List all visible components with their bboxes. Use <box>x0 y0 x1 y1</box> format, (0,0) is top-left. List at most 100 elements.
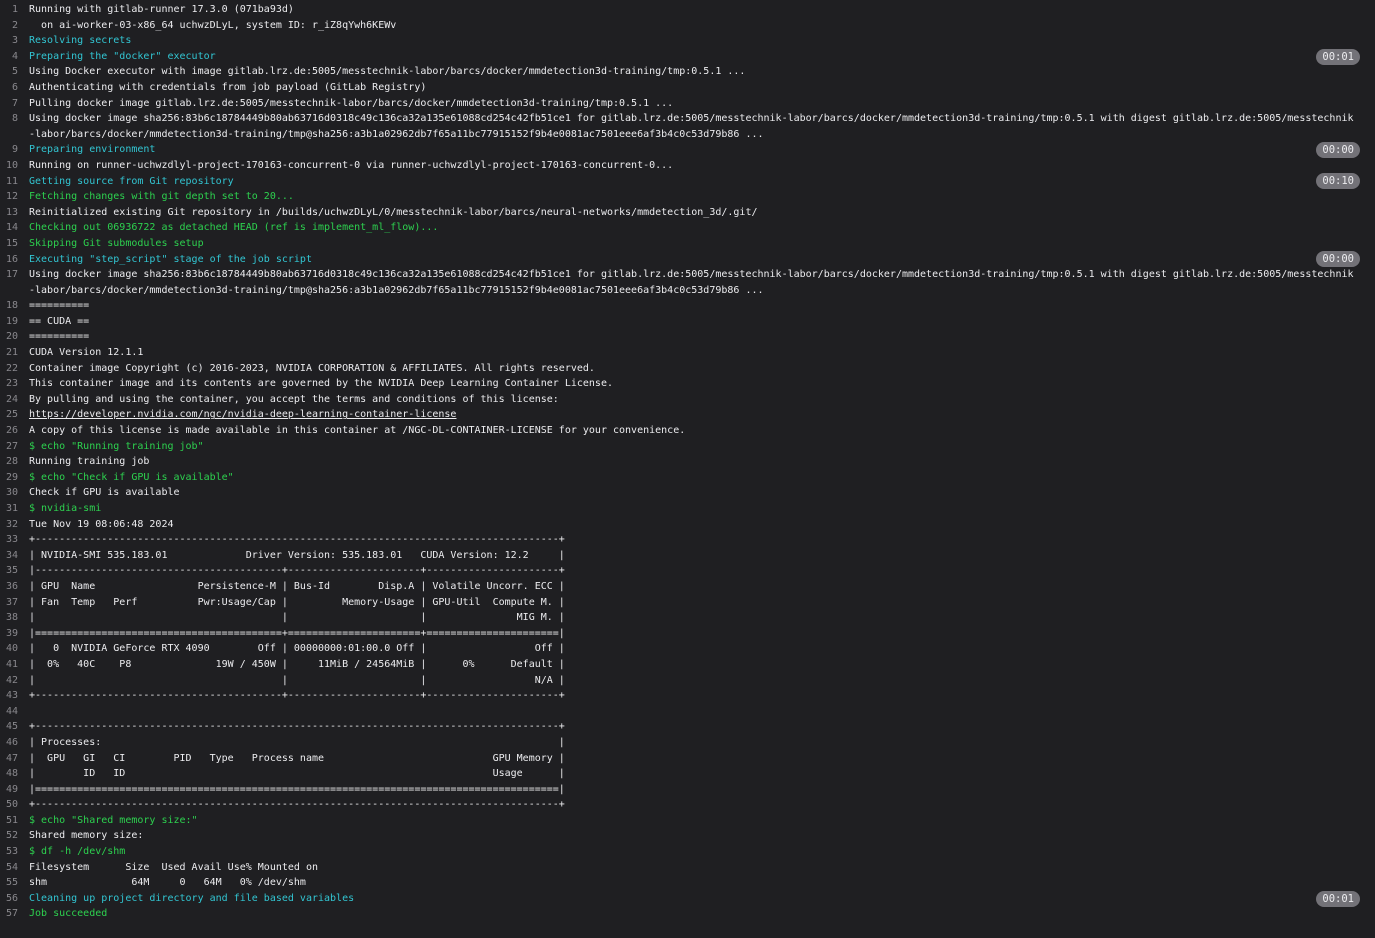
line-number[interactable]: 5 <box>0 64 29 80</box>
line-number[interactable]: 28 <box>0 454 29 470</box>
line-number[interactable]: 12 <box>0 189 29 205</box>
line-number[interactable]: 38 <box>0 610 29 626</box>
line-number[interactable]: 54 <box>0 860 29 876</box>
line-number[interactable]: 13 <box>0 205 29 221</box>
log-text: +---------------------------------------… <box>29 534 565 546</box>
log-line: 57 Job succeeded <box>0 906 1375 922</box>
line-number[interactable]: 40 <box>0 641 29 657</box>
line-number[interactable]: 30 <box>0 485 29 501</box>
section-duration-badge: 00:00 <box>1316 142 1360 159</box>
line-number[interactable]: 16 <box>0 252 29 268</box>
log-line: 15 Skipping Git submodules setup <box>0 236 1375 252</box>
log-line: 10 Running on runner-uchwzdlyl-project-17… <box>0 158 1375 174</box>
log-text: Running training job <box>29 456 150 468</box>
line-number[interactable]: 31 <box>0 501 29 517</box>
log-text: Tue Nov 19 08:06:48 2024 <box>29 518 174 530</box>
line-number[interactable]: 22 <box>0 361 29 377</box>
line-number[interactable]: 36 <box>0 579 29 595</box>
line-number[interactable]: 10 <box>0 158 29 174</box>
log-text: Fetching changes with git depth set to 2… <box>29 191 294 203</box>
log-line: 46 | Processes: | <box>0 735 1375 751</box>
line-number[interactable]: 47 <box>0 751 29 767</box>
log-line: 54 Filesystem Size Used Avail Use% Mounte… <box>0 860 1375 876</box>
log-text: Container image Copyright (c) 2016-2023,… <box>29 362 595 374</box>
line-number[interactable]: 8 <box>0 111 29 127</box>
log-line: 21 CUDA Version 12.1.1 <box>0 345 1375 361</box>
log-line: 50 +-------------------------------------… <box>0 797 1375 813</box>
line-number[interactable]: 26 <box>0 423 29 439</box>
license-link[interactable]: https://developer.nvidia.com/ngc/nvidia-… <box>29 407 1375 423</box>
line-number[interactable]: 17 <box>0 267 29 283</box>
line-number[interactable]: 48 <box>0 766 29 782</box>
line-number[interactable]: 55 <box>0 875 29 891</box>
log-text: Checking out 06936722 as detached HEAD (… <box>29 222 439 234</box>
line-number[interactable]: 20 <box>0 329 29 345</box>
line-number[interactable]: 19 <box>0 314 29 330</box>
log-text: on ai-worker-03-x86_64 uchwzDLyL, system… <box>29 19 397 31</box>
log-line: 41 | 0% 40C P8 19W / 450W | 11MiB / 24564… <box>0 657 1375 673</box>
line-number[interactable]: 37 <box>0 595 29 611</box>
log-text: == CUDA == <box>29 315 90 327</box>
line-number[interactable]: 6 <box>0 80 29 96</box>
log-line: 45 +-------------------------------------… <box>0 719 1375 735</box>
line-number[interactable]: 52 <box>0 828 29 844</box>
line-number[interactable]: 34 <box>0 548 29 564</box>
log-text: ========== <box>29 331 90 343</box>
line-number[interactable]: 24 <box>0 392 29 408</box>
line-number[interactable]: 32 <box>0 517 29 533</box>
line-number[interactable]: 3 <box>0 33 29 49</box>
log-line: 26 A copy of this license is made availab… <box>0 423 1375 439</box>
line-number[interactable]: 51 <box>0 813 29 829</box>
line-number[interactable]: 18 <box>0 298 29 314</box>
log-text: $ df -h /dev/shm <box>29 846 126 858</box>
line-number[interactable]: 23 <box>0 376 29 392</box>
log-text: Reinitialized existing Git repository in… <box>29 206 758 218</box>
line-number[interactable]: 25 <box>0 407 29 423</box>
log-line: 8 Using docker image sha256:83b6c18784449… <box>0 111 1375 142</box>
line-number[interactable]: 14 <box>0 220 29 236</box>
log-text: Shared memory size: <box>29 830 144 842</box>
line-number[interactable]: 39 <box>0 626 29 642</box>
line-number[interactable]: 44 <box>0 704 29 720</box>
log-text: | GPU Name Persistence-M | Bus-Id Disp.A… <box>29 580 565 592</box>
section-duration-badge: 00:01 <box>1316 48 1360 65</box>
line-number[interactable]: 15 <box>0 236 29 252</box>
line-number[interactable]: 41 <box>0 657 29 673</box>
log-line: 2 on ai-worker-03-x86_64 uchwzDLyL, syst… <box>0 18 1375 34</box>
line-number[interactable]: 9 <box>0 142 29 158</box>
log-text: Running on runner-uchwzdlyl-project-1701… <box>29 159 674 171</box>
line-number[interactable]: 35 <box>0 563 29 579</box>
log-text: |=======================================… <box>29 783 565 795</box>
line-number[interactable]: 33 <box>0 532 29 548</box>
log-text: This container image and its contents ar… <box>29 378 613 390</box>
line-number[interactable]: 29 <box>0 470 29 486</box>
log-text: |---------------------------------------… <box>29 565 565 577</box>
line-number[interactable]: 57 <box>0 906 29 922</box>
log-line: 18 ========== <box>0 298 1375 314</box>
line-number[interactable]: 56 <box>0 891 29 907</box>
log-text: Pulling docker image gitlab.lrz.de:5005/… <box>29 97 674 109</box>
line-number[interactable]: 21 <box>0 345 29 361</box>
line-number[interactable]: 49 <box>0 782 29 798</box>
log-text: | 0 NVIDIA GeForce RTX 4090 Off | 000000… <box>29 643 565 655</box>
line-number[interactable]: 4 <box>0 49 29 65</box>
log-line: 7 Pulling docker image gitlab.lrz.de:5005… <box>0 96 1375 112</box>
line-number[interactable]: 7 <box>0 96 29 112</box>
line-number[interactable]: 2 <box>0 18 29 34</box>
log-text: +---------------------------------------… <box>29 799 565 811</box>
line-number[interactable]: 45 <box>0 719 29 735</box>
line-number[interactable]: 53 <box>0 844 29 860</box>
log-text: Filesystem Size Used Avail Use% Mounted … <box>29 861 318 873</box>
log-text: By pulling and using the container, you … <box>29 393 559 405</box>
line-number[interactable]: 42 <box>0 673 29 689</box>
line-number[interactable]: 27 <box>0 439 29 455</box>
log-text: Using docker image sha256:83b6c18784449b… <box>29 269 1354 296</box>
log-line: 30 Check if GPU is available <box>0 485 1375 501</box>
line-number[interactable]: 11 <box>0 174 29 190</box>
line-number[interactable]: 46 <box>0 735 29 751</box>
log-text: Cleaning up project directory and file b… <box>29 892 355 904</box>
line-number[interactable]: 50 <box>0 797 29 813</box>
log-text: CUDA Version 12.1.1 <box>29 347 144 359</box>
line-number[interactable]: 43 <box>0 688 29 704</box>
line-number[interactable]: 1 <box>0 2 29 18</box>
